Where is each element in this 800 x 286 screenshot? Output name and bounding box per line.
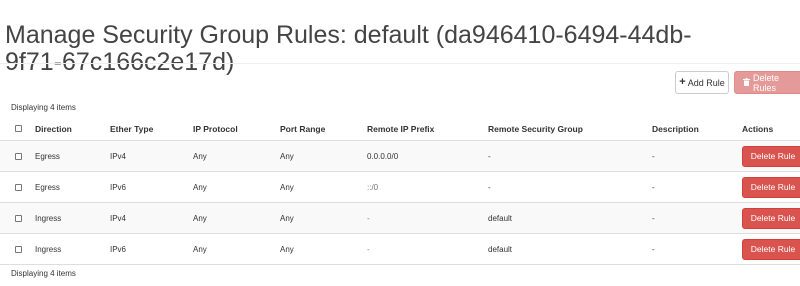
cell-remote-security-group: -	[488, 151, 491, 161]
cell-description: -	[652, 182, 655, 192]
delete-rule-button[interactable]: Delete Rule	[742, 238, 800, 260]
items-count-top: Displaying 4 items	[11, 103, 76, 112]
cell-remote-security-group: default	[488, 213, 513, 223]
cell-remote-ip-prefix: 0.0.0.0/0	[367, 151, 399, 161]
column-header-remote-ip-prefix[interactable]: Remote IP Prefix	[367, 117, 434, 140]
cell-ether-type: IPv6	[110, 182, 127, 192]
delete-rule-button[interactable]: Delete Rule	[742, 145, 800, 167]
cell-ip-protocol: Any	[193, 244, 207, 254]
table-row: Ingress IPv6 Any Any - default - Delete …	[0, 233, 800, 265]
delete-rule-button[interactable]: Delete Rule	[742, 176, 800, 198]
select-all-checkbox[interactable]	[15, 125, 22, 132]
table-row: Ingress IPv4 Any Any - default - Delete …	[0, 202, 800, 233]
add-rule-label: Add Rule	[687, 77, 725, 88]
cell-port-range: Any	[280, 151, 294, 161]
column-header-direction[interactable]: Direction	[35, 117, 72, 140]
cell-ether-type: IPv4	[110, 213, 127, 223]
delete-rule-button[interactable]: Delete Rule	[742, 207, 800, 229]
cell-ip-protocol: Any	[193, 151, 207, 161]
cell-remote-security-group: -	[488, 182, 491, 192]
cell-remote-ip-prefix: -	[367, 244, 370, 254]
cell-ether-type: IPv4	[110, 151, 127, 161]
column-header-remote-security-group[interactable]: Remote Security Group	[488, 117, 583, 140]
row-checkbox[interactable]	[15, 245, 22, 253]
cell-direction: Ingress	[35, 213, 62, 223]
cell-description: -	[652, 151, 655, 161]
trash-icon	[743, 77, 750, 88]
column-header-actions: Actions	[742, 123, 774, 134]
column-header-port-range[interactable]: Port Range	[280, 117, 325, 140]
delete-rules-label: Delete Rules	[753, 72, 780, 93]
table-row: Egress IPv4 Any Any 0.0.0.0/0 - - Delete…	[0, 140, 800, 171]
cell-ip-protocol: Any	[193, 182, 207, 192]
cell-remote-ip-prefix: -	[367, 213, 370, 223]
title-divider	[0, 63, 800, 64]
row-checkbox[interactable]	[15, 183, 22, 191]
cell-port-range: Any	[280, 182, 294, 192]
column-header-description[interactable]: Description	[652, 117, 699, 140]
column-header-ether-type[interactable]: Ether Type	[110, 117, 153, 140]
cell-direction: Egress	[35, 151, 60, 161]
cell-direction: Ingress	[35, 244, 62, 254]
table-header-row: Direction Ether Type IP Protocol Port Ra…	[0, 117, 800, 140]
rules-table: Direction Ether Type IP Protocol Port Ra…	[0, 117, 800, 265]
column-header-ip-protocol[interactable]: IP Protocol	[193, 117, 238, 140]
cell-remote-ip-prefix: ::/0	[367, 182, 379, 192]
table-row: Egress IPv6 Any Any ::/0 - - Delete Rule	[0, 171, 800, 202]
row-checkbox[interactable]	[15, 152, 22, 160]
items-count-bottom: Displaying 4 items	[11, 269, 76, 278]
delete-rules-button[interactable]: Delete Rules	[734, 71, 800, 94]
add-rule-button[interactable]: + Add Rule	[675, 71, 729, 94]
cell-direction: Egress	[35, 182, 60, 192]
cell-port-range: Any	[280, 213, 294, 223]
row-checkbox[interactable]	[15, 214, 22, 222]
cell-description: -	[652, 244, 655, 254]
cell-port-range: Any	[280, 244, 294, 254]
page-title: Manage Security Group Rules: default (da…	[5, 20, 692, 76]
cell-ether-type: IPv6	[110, 244, 127, 254]
plus-icon: +	[679, 76, 686, 88]
cell-ip-protocol: Any	[193, 213, 207, 223]
cell-remote-security-group: default	[488, 244, 513, 254]
cell-description: -	[652, 213, 655, 223]
